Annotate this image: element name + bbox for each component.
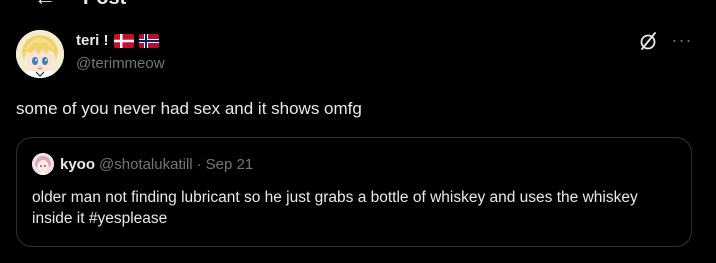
quoted-author-display-name[interactable]: kyoo (60, 156, 95, 173)
denmark-flag-icon (113, 34, 134, 48)
top-header: ← Post (0, 0, 716, 10)
separator-dot: · (196, 155, 202, 173)
back-arrow-icon[interactable]: ← (34, 0, 56, 10)
quoted-post-text: older man not finding lubricant so he ju… (32, 189, 638, 227)
author-block: teri ! @terimmeow (76, 31, 165, 74)
author-display-name[interactable]: teri ! (76, 31, 109, 51)
page-title: Post (83, 0, 126, 10)
quoted-post-header: kyoo @shotalukatill · Sep 21 (32, 153, 253, 175)
quoted-author-handle[interactable]: @shotalukatill (99, 156, 193, 173)
display-name-row: teri ! (76, 31, 165, 51)
quoted-author-avatar[interactable] (32, 153, 54, 175)
post-text: some of you never had sex and it shows o… (16, 99, 362, 118)
grok-icon[interactable] (638, 30, 660, 52)
post-page: ← Post teri ! (0, 0, 716, 263)
author-avatar[interactable] (16, 30, 64, 78)
quoted-post-card[interactable]: kyoo @shotalukatill · Sep 21 older man n… (16, 137, 692, 247)
author-handle[interactable]: @terimmeow (76, 54, 165, 74)
quoted-post-date[interactable]: Sep 21 (206, 156, 254, 173)
norway-flag-icon (138, 34, 159, 48)
more-options-icon[interactable]: ··· (671, 30, 693, 52)
